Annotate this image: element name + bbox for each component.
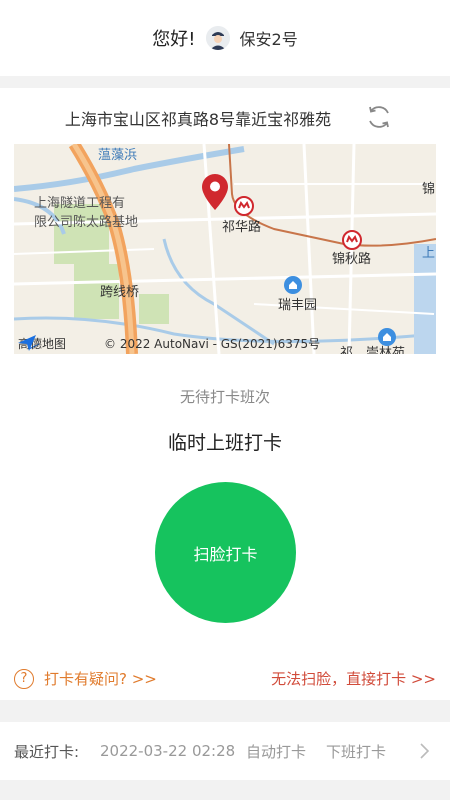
map-label-garden: 瑞丰园 — [278, 298, 318, 313]
recent-checkin-type: 下班打卡 — [326, 742, 387, 761]
metro-station-icon — [234, 196, 254, 216]
direct-checkin-text: 无法扫脸，直接打卡 >> — [271, 670, 436, 688]
map-label-edge-bottom: 祁 — [340, 346, 354, 354]
current-address: 上海市宝山区祁真路8号靠近宝祁雅苑 — [64, 110, 332, 129]
map-label-edge-right-2: 上 — [422, 246, 436, 261]
map-label-river: 蕰藻浜 — [98, 148, 138, 163]
chevron-right-icon — [418, 743, 430, 759]
recent-checkin-mode: 自动打卡 — [246, 742, 307, 761]
recent-checkin-label: 最近打卡: — [14, 742, 80, 761]
residence-icon — [378, 328, 396, 346]
checkin-question-text: 打卡有疑问? >> — [44, 670, 157, 688]
header: 您好! 保安2号 — [0, 0, 450, 76]
recent-checkin-row[interactable]: 最近打卡: 2022-03-22 02:28 自动打卡 下班打卡 — [0, 722, 450, 780]
map-copyright: © 2022 AutoNavi - GS(2021)6375号 — [104, 337, 321, 351]
address-row: 上海市宝山区祁真路8号靠近宝祁雅苑 — [0, 88, 450, 144]
residence-icon — [284, 276, 302, 294]
location-pin-icon — [202, 174, 228, 210]
map-label-station-2: 锦秋路 — [332, 252, 372, 267]
temporary-checkin-title: 临时上班打卡 — [167, 432, 282, 454]
map-label-station-1: 祁华路 — [222, 220, 262, 235]
amap-logo-icon — [18, 335, 36, 351]
location-map[interactable]: 蕰藻浜 上海隧道工程有 限公司陈太路基地 祁华路 锦秋路 跨线桥 瑞丰园 锦 上… — [14, 144, 436, 354]
avatar-icon — [205, 26, 230, 50]
no-pending-shift-text: 无待打卡班次 — [179, 388, 270, 406]
username-text: 保安2号 — [239, 30, 298, 49]
checkin-card: 上海市宝山区祁真路8号靠近宝祁雅苑 蕰藻浜 上海隧道工程有 限公司陈太路基地 祁… — [0, 88, 450, 700]
map-brand: 高德地图 — [18, 335, 66, 352]
face-scan-button-label: 扫脸打卡 — [193, 544, 258, 564]
face-scan-checkin-button[interactable]: 扫脸打卡 — [155, 482, 296, 623]
refresh-icon[interactable] — [364, 102, 394, 132]
map-label-bridge: 跨线桥 — [100, 285, 140, 300]
metro-station-icon — [342, 230, 362, 250]
question-icon: ? — [14, 668, 34, 689]
greeting-text: 您好! — [152, 29, 196, 50]
direct-checkin-link[interactable]: 无法扫脸，直接打卡 >> — [271, 668, 436, 690]
help-row: ? 打卡有疑问? >> 无法扫脸，直接打卡 >> — [0, 668, 450, 698]
recent-checkin-time: 2022-03-22 02:28 — [100, 742, 236, 760]
map-label-edge-right: 锦 — [422, 182, 436, 197]
map-label-company-2: 限公司陈太路基地 — [34, 215, 139, 230]
map-label-company: 上海隧道工程有 — [34, 196, 126, 211]
checkin-question-link[interactable]: ? 打卡有疑问? >> — [14, 668, 157, 689]
